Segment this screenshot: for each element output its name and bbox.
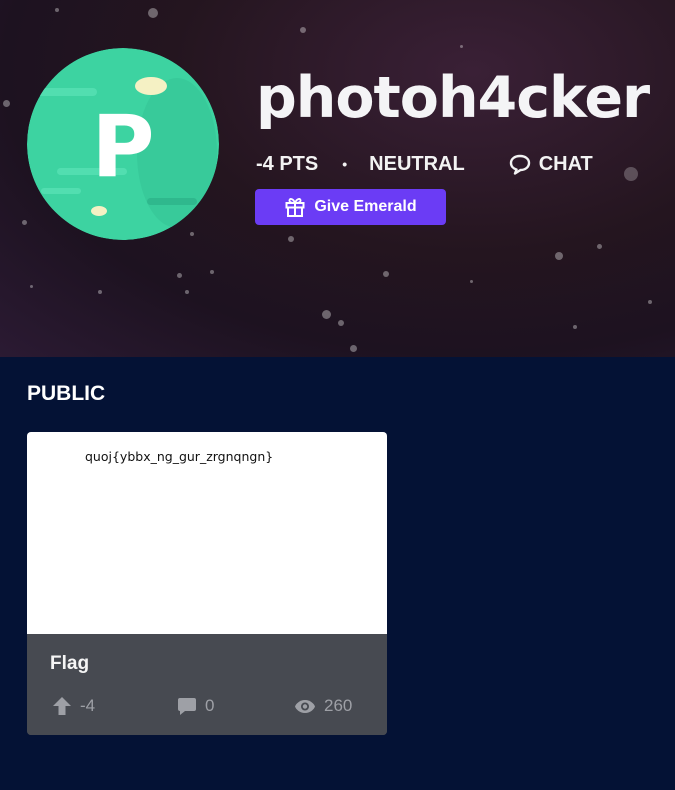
separator-dot: • (342, 156, 348, 172)
profile-header: P photoh4cker -4 PTS • NEUTRAL CHAT Give… (0, 0, 675, 357)
thumbnail-text: quoj{ybbx_ng_gur_zrgnqngn} (85, 449, 274, 464)
chat-bubble-icon (509, 154, 530, 175)
chat-label: CHAT (538, 152, 593, 175)
chat-link[interactable]: CHAT (509, 153, 593, 176)
avatar-image: P (27, 48, 219, 240)
views-count: 260 (324, 696, 353, 715)
upvote-arrow-icon[interactable] (52, 696, 72, 716)
comment-icon (178, 697, 196, 715)
profile-stats: -4 PTS • NEUTRAL CHAT (256, 152, 593, 176)
status: NEUTRAL (369, 152, 465, 175)
post-thumbnail[interactable]: quoj{ybbx_ng_gur_zrgnqngn} (27, 432, 387, 634)
points: -4 PTS (256, 152, 319, 175)
give-button-label: Give Emerald (314, 198, 417, 215)
post-card[interactable]: quoj{ybbx_ng_gur_zrgnqngn} Flag -4 0 260 (27, 432, 387, 735)
section-title: PUBLIC (27, 382, 106, 405)
comments-count: 0 (205, 696, 215, 715)
post-title[interactable]: Flag (50, 653, 89, 675)
post-views: 260 (294, 696, 352, 716)
post-votes[interactable]: -4 (52, 696, 95, 716)
give-emerald-button[interactable]: Give Emerald (255, 189, 446, 225)
gift-icon (285, 198, 305, 217)
votes-count: -4 (80, 696, 96, 715)
username: photoh4cker (256, 65, 650, 131)
post-comments[interactable]: 0 (177, 696, 214, 716)
post-card-footer: Flag -4 0 260 (27, 634, 387, 735)
avatar[interactable]: P (27, 48, 219, 240)
avatar-letter: P (91, 97, 154, 197)
eye-icon (295, 699, 315, 713)
